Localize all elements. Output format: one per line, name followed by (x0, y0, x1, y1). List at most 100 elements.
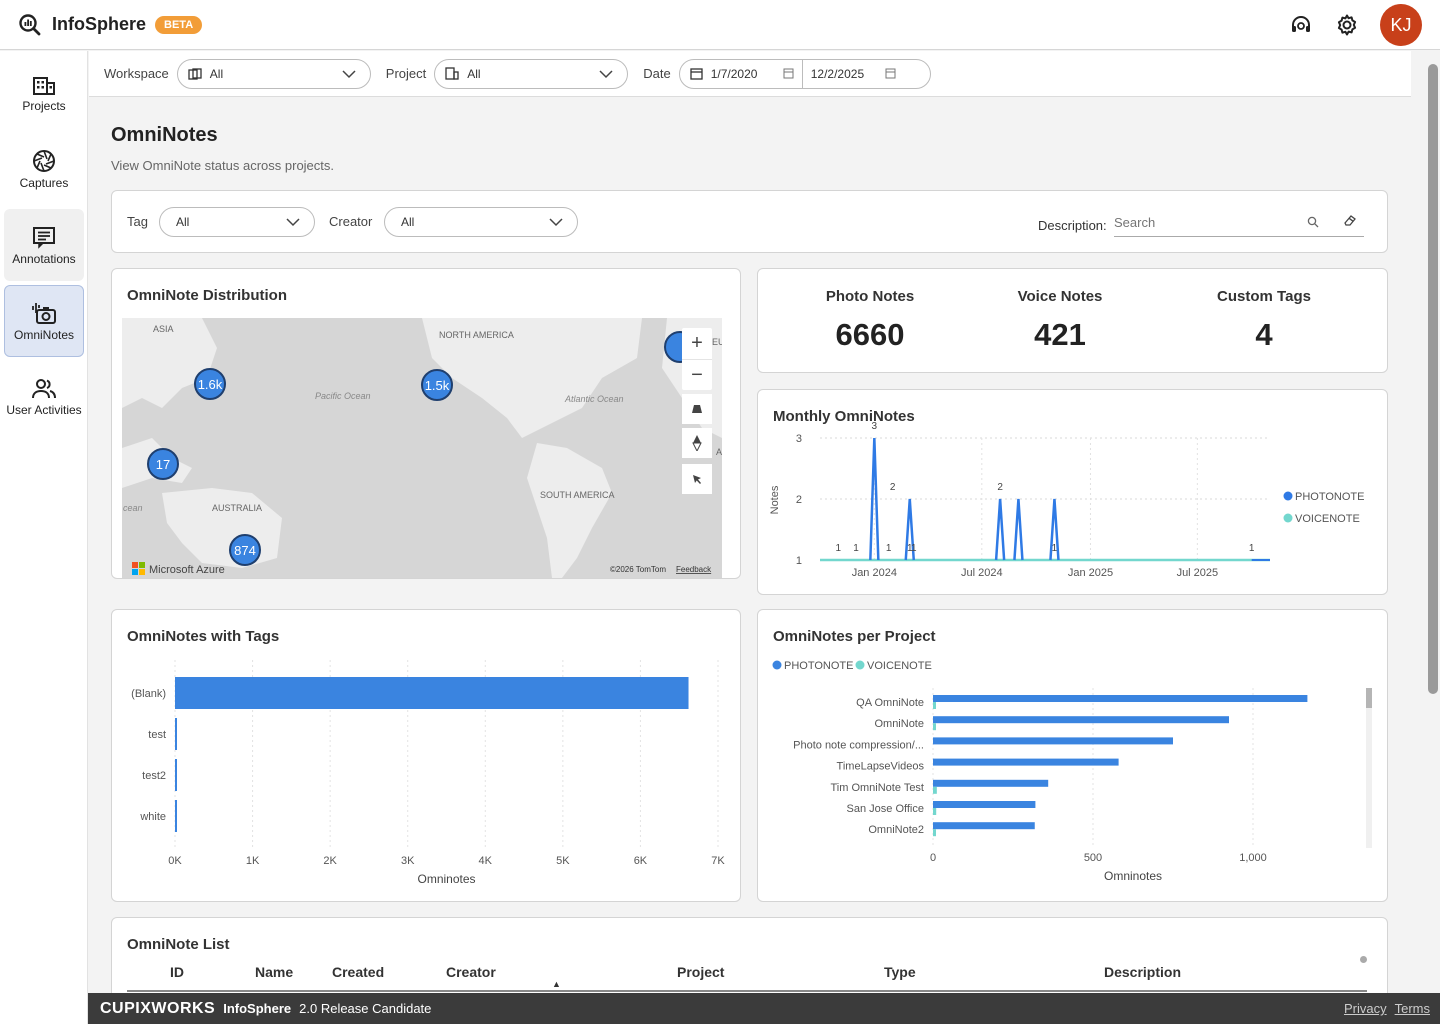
map-cluster[interactable]: 1.5k (421, 369, 453, 401)
footer-brand: CUPIXWORKS (100, 999, 216, 1017)
settings-gear-icon[interactable] (1334, 12, 1360, 38)
list-title: OmniNote List (127, 936, 230, 953)
series-spike-photonote (1013, 498, 1024, 561)
chevron-down-icon (342, 69, 356, 78)
workspace-select[interactable]: All (176, 58, 371, 89)
map-label-ocean: cean (123, 503, 143, 513)
map-label-south-america: SOUTH AMERICA (540, 490, 615, 500)
creator-label: Creator (329, 214, 373, 229)
calendar-picker-icon[interactable] (783, 68, 794, 79)
kpi-label: Voice Notes (1017, 288, 1103, 305)
x-tick-label: 3K (401, 855, 415, 867)
category-label: OmniNote (874, 718, 924, 730)
data-label: 2 (997, 482, 1003, 493)
kpi-card: Photo Notes 6660 Voice Notes 421 Custom … (757, 268, 1388, 373)
map-feedback-link[interactable]: Feedback (676, 565, 712, 574)
cluster-count: 17 (156, 457, 170, 472)
kpi-label: Custom Tags (1217, 288, 1311, 305)
monthly-chart[interactable]: 1 2 3 Jan 2024 Jul 2024 Jan 2025 Jul 2025 Notes… (758, 390, 1387, 594)
chart-scrollbar-thumb[interactable] (1366, 688, 1372, 708)
tags-chart-card: OmniNotes with Tags 0K 1K 2K 3K 4K 5K 6K 7K (Bla… (111, 609, 741, 902)
x-tick-label: 4K (479, 855, 493, 867)
series-spike-photonote (994, 498, 1006, 561)
x-tick-label: Jul 2025 (1177, 567, 1219, 579)
page-scrollbar[interactable] (1428, 64, 1438, 694)
map-cluster[interactable]: 1.6k (194, 368, 226, 400)
legend-label: VOICENOTE (867, 660, 932, 672)
bar-photonote (933, 758, 1119, 766)
column-header-project[interactable]: Project (677, 964, 724, 980)
x-tick-label: 1,000 (1239, 852, 1267, 864)
workspace-label: Workspace (104, 66, 169, 81)
tag-select[interactable]: All (159, 207, 315, 237)
bar (175, 800, 177, 832)
page-subtitle: View OmniNote status across projects. (111, 158, 335, 173)
select-pointer-icon[interactable] (682, 464, 712, 494)
bar-photonote (933, 822, 1035, 830)
workspace-icon (188, 67, 202, 80)
sidebar-item-projects[interactable]: Projects (4, 57, 84, 129)
privacy-link[interactable]: Privacy (1344, 1001, 1387, 1016)
search-icon[interactable] (1307, 216, 1319, 228)
data-label: 1 (907, 543, 913, 554)
zoom-in-icon[interactable]: + (682, 328, 712, 359)
map-cluster[interactable]: 874 (229, 534, 261, 566)
column-header-description[interactable]: Description (1104, 964, 1181, 980)
column-header-id[interactable]: ID (170, 964, 184, 980)
column-header-created[interactable]: Created (332, 964, 384, 980)
x-tick-label: 5K (556, 855, 570, 867)
map-copyright: ©2026 TomTom (610, 565, 666, 574)
zoom-out-icon[interactable]: − (682, 359, 712, 390)
distribution-map-card: OmniNote Distribution ASIA NORTH AMERICA… (111, 268, 741, 579)
column-header-type[interactable]: Type (884, 964, 916, 980)
sort-ascending-icon[interactable]: ▲ (552, 979, 561, 989)
description-search[interactable] (1114, 209, 1364, 237)
column-header-name[interactable]: Name (255, 964, 293, 980)
x-tick-label: 500 (1084, 852, 1102, 864)
date-from[interactable]: 1/7/2020 (711, 67, 783, 81)
omninote-filter-card: Tag All Creator All Description: (111, 190, 1388, 253)
legend-label: PHOTONOTE (1295, 491, 1364, 503)
description-search-input[interactable] (1114, 209, 1294, 235)
data-label: 1 (1052, 543, 1058, 554)
kpi-value: 4 (1255, 317, 1273, 352)
map-cluster[interactable]: 17 (147, 448, 179, 480)
bar-voicenote (933, 808, 937, 815)
project-select[interactable]: All (434, 58, 629, 89)
sidebar-item-annotations[interactable]: Annotations (4, 209, 84, 281)
map-attribution: Microsoft Azure (149, 564, 225, 576)
sidebar-item-omninotes[interactable]: OmniNotes (4, 285, 84, 357)
date-to[interactable]: 12/2/2025 (811, 67, 885, 81)
date-range[interactable]: 1/7/2020 12/2/2025 (678, 58, 931, 89)
brand[interactable]: InfoSphere BETA (18, 13, 203, 37)
bar-photonote (933, 695, 1308, 702)
map-label-eu: EU (712, 337, 722, 347)
top-bar: InfoSphere BETA KJ (0, 0, 1440, 50)
per-project-chart[interactable]: PHOTONOTE VOICENOTE0 500 1,000QA OmniNoteOm… (758, 610, 1387, 901)
list-scroll-indicator[interactable] (1360, 956, 1367, 963)
compass-icon[interactable] (682, 428, 712, 458)
zoom-controls: + − (682, 328, 712, 390)
tilt-icon[interactable] (682, 394, 712, 424)
terms-link[interactable]: Terms (1395, 1001, 1430, 1016)
sidebar-item-captures[interactable]: Captures (4, 133, 84, 205)
category-label: (Blank) (131, 688, 166, 700)
footer-product: InfoSphere (223, 1001, 292, 1016)
bar-voicenote (933, 723, 936, 731)
creator-select[interactable]: All (384, 207, 578, 237)
eraser-icon[interactable] (1343, 214, 1357, 226)
chart-scrollbar[interactable] (1366, 688, 1372, 848)
category-label: Photo note compression/... (793, 739, 924, 751)
bar-voicenote (933, 702, 936, 709)
sidebar-item-label: Projects (22, 98, 66, 113)
column-header-creator[interactable]: Creator (446, 964, 496, 980)
sidebar-item-user-activities[interactable]: User Activities (4, 361, 84, 433)
support-icon[interactable] (1288, 12, 1314, 38)
tags-chart[interactable]: 0K 1K 2K 3K 4K 5K 6K 7K(Blank)testtest2whiteOmn… (112, 610, 740, 901)
page-title: OmniNotes (111, 124, 218, 146)
chevron-down-icon (599, 69, 613, 78)
calendar-picker-icon[interactable] (885, 68, 896, 79)
distribution-map[interactable]: ASIA NORTH AMERICA Pacific Ocean Atlanti… (122, 318, 722, 578)
x-tick-label: Jan 2025 (1068, 567, 1113, 579)
user-avatar[interactable]: KJ (1380, 4, 1422, 46)
